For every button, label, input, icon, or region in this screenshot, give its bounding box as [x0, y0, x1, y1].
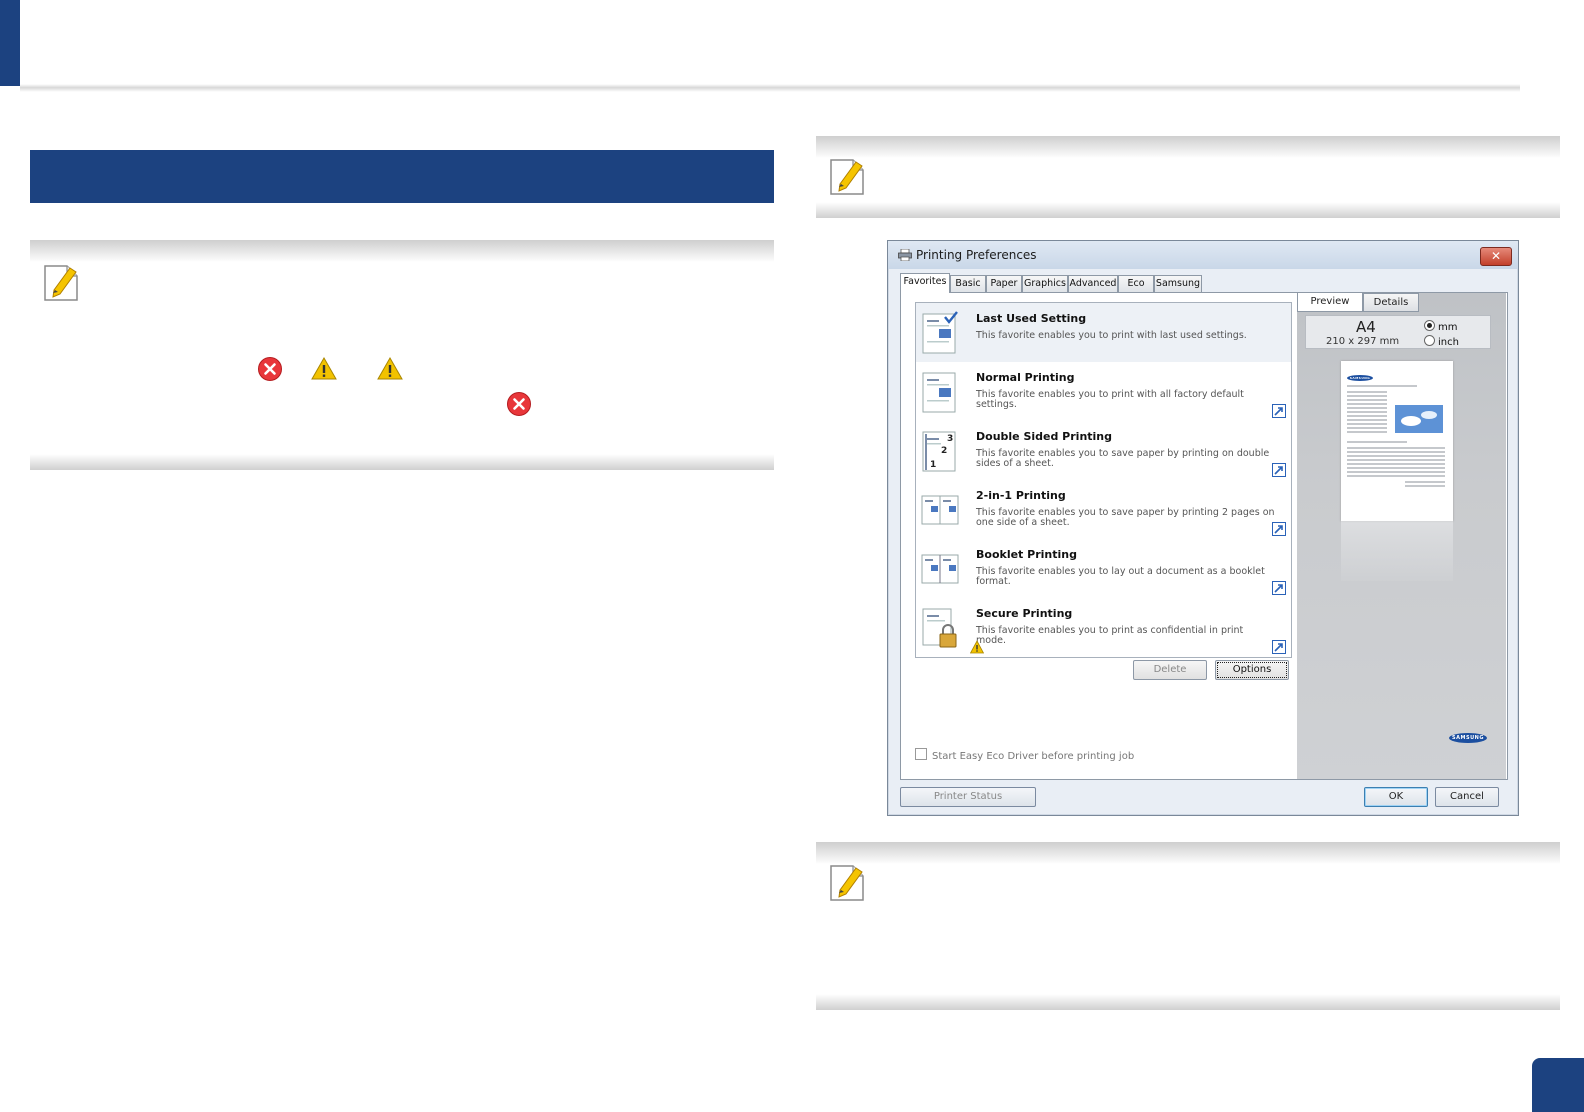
paper-size-box: A4 210 x 297 mm mm inch	[1305, 315, 1491, 349]
options-button[interactable]: Options	[1215, 660, 1289, 680]
favorite-item-double-sided[interactable]: 3 2 1 Double Sided Printing This favorit…	[916, 421, 1291, 480]
favorite-title: Booklet Printing	[976, 548, 1077, 561]
page-preview: SAMSUNG	[1341, 361, 1453, 521]
page-reflection	[1341, 521, 1453, 581]
note-pencil-icon	[830, 159, 864, 195]
tab-preview[interactable]: Preview	[1297, 292, 1363, 312]
note-top-rule	[816, 136, 1560, 158]
tab-basic[interactable]: Basic	[950, 275, 986, 292]
favorite-item-normal[interactable]: Normal Printing This favorite enables yo…	[916, 362, 1291, 421]
tab-favorites[interactable]: Favorites	[900, 273, 950, 293]
paper-dimensions: 210 x 297 mm	[1326, 336, 1400, 347]
svg-text:2: 2	[941, 446, 947, 456]
tab-eco[interactable]: Eco	[1118, 275, 1154, 292]
note-box-right-top	[816, 136, 1560, 218]
favorite-title: Last Used Setting	[976, 312, 1087, 325]
document-thumbnail-icon	[922, 372, 956, 413]
close-button[interactable]: ✕	[1480, 247, 1512, 266]
tab-details[interactable]: Details	[1363, 293, 1419, 312]
dialog-titlebar: Printing Preferences ✕	[888, 241, 1518, 269]
tab-paper[interactable]: Paper	[986, 275, 1022, 292]
eco-driver-checkbox[interactable]: Start Easy Eco Driver before printing jo…	[915, 748, 1134, 762]
warning-icon	[311, 356, 337, 380]
edit-shortcut-icon[interactable]	[1272, 581, 1286, 595]
samsung-logo: SAMSUNG	[1347, 375, 1373, 381]
header-rule	[20, 84, 1520, 92]
cancel-button[interactable]: Cancel	[1435, 787, 1499, 807]
samsung-logo: SAMSUNG	[1449, 733, 1487, 743]
edit-shortcut-icon[interactable]	[1272, 522, 1286, 536]
page-number-badge	[1532, 1058, 1584, 1112]
two-up-icon	[921, 495, 959, 525]
favorites-list[interactable]: Last Used Setting This favorite enables …	[915, 302, 1292, 658]
favorite-description: This favorite enables you to lay out a d…	[976, 566, 1265, 587]
tab-advanced[interactable]: Advanced	[1068, 275, 1118, 292]
favorite-description: This favorite enables you to print with …	[976, 330, 1247, 341]
favorite-title: Normal Printing	[976, 371, 1075, 384]
note-bottom-rule	[816, 202, 1560, 218]
radio-indicator[interactable]	[1424, 335, 1435, 346]
favorite-item-last-used[interactable]: Last Used Setting This favorite enables …	[916, 303, 1291, 362]
favorite-description: This favorite enables you to print as co…	[976, 625, 1244, 646]
favorite-title: Secure Printing	[976, 607, 1073, 620]
note-bottom-rule	[816, 994, 1560, 1010]
unit-inch-label: inch	[1438, 337, 1459, 348]
note-pencil-icon	[830, 865, 864, 901]
note-box-left	[30, 240, 774, 470]
note-pencil-icon	[44, 265, 78, 301]
header-accent-bar	[0, 0, 20, 86]
checkbox-box[interactable]	[915, 748, 927, 760]
ok-button[interactable]: OK	[1364, 787, 1428, 807]
document-thumbnail-icon	[922, 311, 958, 354]
tab-graphics[interactable]: Graphics	[1022, 275, 1068, 292]
dialog-title: Printing Preferences	[916, 248, 1037, 262]
note-box-right-bottom	[816, 842, 1560, 1010]
error-icon	[258, 357, 282, 381]
printing-preferences-dialog: Printing Preferences ✕ Favorites Basic P…	[887, 240, 1519, 816]
printer-icon	[898, 249, 912, 261]
unit-mm-label: mm	[1438, 322, 1458, 333]
favorite-title: 2-in-1 Printing	[976, 489, 1066, 502]
error-icon	[507, 392, 531, 416]
section-heading-bar	[30, 150, 774, 203]
edit-shortcut-icon[interactable]	[1272, 463, 1286, 477]
svg-text:1: 1	[930, 460, 936, 470]
booklet-icon	[921, 554, 959, 584]
unit-mm-radio[interactable]: mm	[1424, 320, 1457, 333]
note-top-rule	[30, 240, 774, 262]
favorites-panel: Last Used Setting This favorite enables …	[900, 292, 1508, 780]
favorite-item-secure[interactable]: Secure Printing This favorite enables yo…	[916, 598, 1291, 657]
warning-icon	[377, 356, 403, 380]
eco-driver-checkbox-label: Start Easy Eco Driver before printing jo…	[932, 751, 1135, 762]
note-bottom-rule	[30, 454, 774, 470]
svg-text:3: 3	[947, 434, 953, 444]
favorite-description: This favorite enables you to save paper …	[976, 448, 1270, 469]
favorite-title: Double Sided Printing	[976, 430, 1113, 443]
unit-inch-radio[interactable]: inch	[1424, 335, 1459, 348]
printer-status-button[interactable]: Printer Status	[900, 787, 1036, 807]
radio-indicator[interactable]	[1424, 320, 1435, 331]
secure-lock-icon	[922, 608, 957, 648]
close-icon: ✕	[1490, 249, 1502, 263]
paper-size: A4	[1356, 318, 1376, 336]
edit-shortcut-icon[interactable]	[1272, 404, 1286, 418]
preview-pane: Preview Details A4 210 x 297 mm mm inch …	[1297, 292, 1506, 779]
delete-button[interactable]: Delete	[1133, 660, 1207, 680]
favorite-description: This favorite enables you to save paper …	[976, 507, 1275, 528]
tab-samsung[interactable]: Samsung	[1154, 275, 1202, 292]
favorite-item-2-in-1[interactable]: 2-in-1 Printing This favorite enables yo…	[916, 480, 1291, 539]
double-sided-icon: 3 2 1	[922, 431, 956, 472]
favorite-description: This favorite enables you to print with …	[976, 389, 1244, 410]
edit-shortcut-icon[interactable]	[1272, 640, 1286, 654]
preview-content-image	[1347, 385, 1445, 487]
note-top-rule	[816, 842, 1560, 864]
favorite-item-booklet[interactable]: Booklet Printing This favorite enables y…	[916, 539, 1291, 598]
warning-icon	[970, 640, 984, 654]
